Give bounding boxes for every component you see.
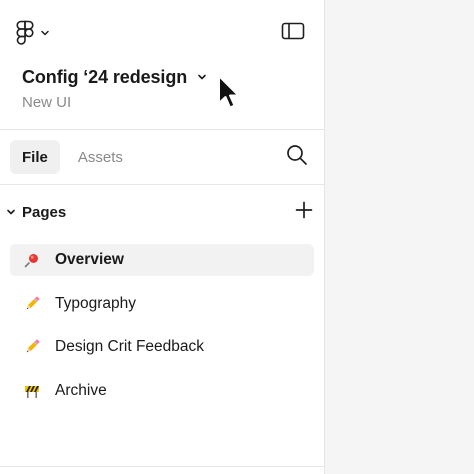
page-item-design-crit-feedback[interactable]: Design Crit Feedback	[10, 331, 314, 363]
pencil-emoji-icon	[23, 295, 41, 313]
tab-file[interactable]: File	[10, 140, 60, 174]
main-menu-button[interactable]	[16, 18, 66, 48]
page-item-overview[interactable]: Overview	[10, 244, 314, 276]
page-label: Archive	[55, 381, 107, 399]
search-button[interactable]	[283, 143, 311, 171]
search-icon	[286, 144, 308, 171]
left-panel: Config ‘24 redesign New UI File Assets P…	[0, 0, 325, 474]
chevron-down-icon	[40, 29, 50, 37]
divider	[0, 466, 325, 467]
page-label: Overview	[55, 251, 124, 268]
project-name: New UI	[22, 94, 72, 111]
divider	[0, 129, 325, 130]
divider	[0, 184, 325, 185]
figma-logo-icon	[16, 20, 34, 46]
construction-emoji-icon	[23, 382, 41, 400]
page-item-typography[interactable]: Typography	[10, 288, 314, 320]
pages-collapse-toggle[interactable]: Pages	[6, 203, 66, 221]
tab-assets[interactable]: Assets	[66, 140, 135, 174]
pushpin-emoji-icon	[23, 251, 41, 269]
page-list: Overview Typography Design Crit Feedback…	[10, 244, 314, 418]
pencil-emoji-icon	[23, 338, 41, 356]
panel-topbar	[0, 0, 325, 64]
chevron-down-icon	[197, 68, 207, 86]
canvas-area[interactable]	[326, 0, 474, 474]
page-label: Design Crit Feedback	[55, 338, 205, 355]
panel-tabs: File Assets	[10, 140, 135, 174]
page-label: Typography	[55, 294, 136, 312]
plus-icon	[295, 201, 313, 224]
add-page-button[interactable]	[290, 198, 318, 226]
pages-section-header: Pages	[6, 198, 316, 226]
file-name-menu[interactable]: Config ‘24 redesign	[22, 64, 207, 90]
sidebar-toggle-button[interactable]	[278, 20, 308, 46]
pages-title: Pages	[22, 203, 67, 221]
chevron-down-icon	[6, 203, 16, 221]
sidebar-panel-icon	[281, 22, 305, 45]
file-title: Config ‘24 redesign	[22, 66, 188, 87]
page-item-archive[interactable]: Archive	[10, 375, 314, 407]
